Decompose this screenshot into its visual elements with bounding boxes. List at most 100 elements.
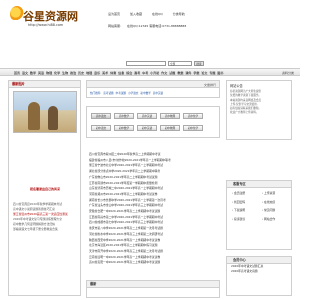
site-logo[interactable]: 谷星资源网 http://www.hi88.com — [8, 4, 78, 34]
main-nav: 首页 语文 数学 英语 物理 化学 生物 政治 历史 地理 音乐 美术 体育 信… — [0, 68, 300, 76]
nav-item[interactable]: 政治 — [70, 71, 76, 75]
top-link-category[interactable]: 分类导航 — [173, 12, 185, 16]
article-list: 四川省宜宾市叙州区二中2020年秋季高二上学期期中考试 福建省福州市八县(市)协… — [89, 152, 219, 266]
figure-shape — [48, 106, 58, 130]
main-content: 文章排行 热门推荐: 高考试题 中考试题 小学语文 初中数学 高中英语 高中语文… — [86, 80, 220, 298]
nav-item[interactable]: 美术 — [102, 71, 108, 75]
tab-subject[interactable]: 高中数学 — [114, 113, 134, 119]
nav-item[interactable]: 信息 — [118, 71, 124, 75]
subject-tabs: 高中语文 高中数学 高中英语 高中物理 高中化学 初中语文 初中数学 初中英语 … — [86, 106, 220, 138]
service-link-label: 上传资源 — [264, 191, 276, 195]
service-link-label: 投诉建议 — [234, 216, 246, 221]
ranking-panel: 文章排行 热门推荐: 高考试题 中考试题 小学语文 初中数学 高中英语 — [86, 80, 220, 98]
hot-link[interactable]: 小学语文 — [128, 91, 138, 95]
hot-link: 热门推荐: — [90, 92, 102, 95]
nav-item[interactable]: 生物 — [62, 71, 68, 75]
service-link[interactable]: › 会员注册 — [232, 191, 262, 195]
nav-item[interactable]: 数学 — [30, 71, 36, 75]
nav-item[interactable]: 小升初 — [150, 71, 159, 75]
header-info: 网站客服: 在线QQ:12345 客服电话:0731-88888888 — [108, 24, 186, 28]
notice-panel: 网站公告 谷星资源网为广大师生提供 免费的教学资源下载服务。 本站资源均来自网络… — [226, 80, 292, 140]
service-link[interactable]: › 下载说明 — [232, 208, 262, 212]
service-link[interactable]: › 上传资源 — [262, 191, 292, 195]
top-link-favorite[interactable]: 加入收藏 — [130, 12, 142, 16]
nav-item[interactable]: 高考 — [134, 71, 140, 75]
service-link-label: 找回密码 — [234, 199, 246, 204]
hot-link[interactable]: 高考试题 — [103, 91, 113, 95]
nav-item[interactable]: 教案 — [177, 71, 183, 75]
tab-subject[interactable]: 初中数学 — [114, 125, 134, 131]
member-link[interactable]: 2020年高考语文真题 — [227, 269, 291, 274]
service-grid: › 会员注册 › 上传资源 › 找回密码 › 在线充值 › 下载说明 › 常见问… — [232, 191, 292, 221]
nav-item[interactable]: 英语 — [38, 71, 44, 75]
service-link[interactable]: › 在线充值 — [262, 200, 292, 204]
service-link-label: 常见问题 — [264, 208, 276, 212]
service-link-label: 在线充值 — [264, 199, 276, 204]
latest-panel: 最新 — [86, 280, 220, 298]
tab-subject[interactable]: 高中物理 — [160, 113, 180, 119]
nav-item[interactable]: 体育 — [110, 71, 116, 75]
notice-title: 网站公告 — [230, 84, 243, 88]
nav-item[interactable]: 化学 — [54, 71, 60, 75]
notice-body: 谷星资源网为广大师生提供 免费的教学资源下载服务。 本站资源均来自网络及会员 上… — [230, 90, 290, 116]
service-link[interactable]: › 网站合作 — [262, 217, 292, 221]
nav-item[interactable]: 试题 — [169, 71, 175, 75]
nav-item[interactable]: 地理 — [86, 71, 92, 75]
nav-category-link[interactable]: 资料分类 — [282, 71, 294, 75]
tab-subject[interactable]: 初中英语 — [137, 125, 157, 131]
tab-row-senior: 高中语文 高中数学 高中英语 高中物理 高中化学 — [91, 113, 203, 119]
nav-item[interactable]: 中考 — [142, 71, 148, 75]
nav-item[interactable]: 历史 — [78, 71, 84, 75]
logo-mark-icon — [10, 6, 24, 22]
hotline-info: 在线QQ:12345 客服电话:0731-88888888 — [127, 24, 187, 28]
featured-caption[interactable]: 把名著读出自己的风采 — [13, 187, 77, 191]
article-link[interactable]: 贵州省贵阳一中2020-2021学年高二上学期期中考试试题 — [89, 260, 219, 266]
figure-shape — [28, 102, 40, 130]
hot-link[interactable]: 中考试题 — [116, 91, 126, 95]
search-input[interactable] — [126, 61, 166, 66]
latest-label: 最新 — [87, 281, 219, 288]
tab-subject[interactable]: 初中物理 — [160, 125, 180, 131]
tab-subject[interactable]: 高中化学 — [183, 113, 203, 119]
nav-item[interactable]: 音乐 — [94, 71, 100, 75]
nav-items: 首页 语文 数学 英语 物理 化学 生物 政治 历史 地理 音乐 美术 体育 信… — [14, 71, 223, 75]
hot-link[interactable]: 初中数学 — [140, 91, 150, 95]
left-panel: 最新图片 把名著读出自己的风采 四川省宜宾县2020年秋季学期期末考试 高中语文… — [8, 80, 81, 296]
search-category-select[interactable]: 全部 — [168, 61, 192, 66]
nav-item[interactable]: 论文 — [201, 71, 207, 75]
service-link-label: 下载说明 — [234, 208, 246, 212]
left-article-list: 四川省宜宾县2020年秋季学期期末考试 高中语文小说阅读题答题技巧汇总 浙江省温… — [13, 202, 79, 232]
hotline-label: 网站客服: — [108, 24, 122, 28]
service-link[interactable]: › 投诉建议 — [232, 217, 262, 221]
tab-subject[interactable]: 初中化学 — [183, 125, 203, 131]
nav-item[interactable]: 语文 — [22, 71, 28, 75]
nav-item[interactable]: 综合 — [126, 71, 132, 75]
service-link[interactable]: › 找回密码 — [232, 200, 262, 204]
nav-item[interactable]: 作文 — [161, 71, 167, 75]
top-link-home[interactable]: 设为首页 — [108, 12, 120, 16]
member-title: 会员中心 — [227, 257, 291, 264]
service-title: 客服专区 — [227, 181, 291, 188]
ranking-label: 文章排行 — [203, 82, 216, 87]
hot-link[interactable]: 高中英语 — [153, 91, 163, 95]
nav-item[interactable]: 物理 — [46, 71, 52, 75]
member-panel: 会员中心 2020年中考语文试题汇总 2020年高考语文真题 — [226, 256, 292, 296]
tab-subject[interactable]: 高中英语 — [137, 113, 157, 119]
nav-item[interactable]: 图书 — [217, 71, 223, 75]
tab-subject[interactable]: 高中语文 — [91, 113, 111, 119]
ranking-header: 文章排行 — [87, 81, 219, 88]
search-button[interactable]: 搜索 — [194, 61, 204, 66]
nav-item[interactable]: 学案 — [193, 71, 199, 75]
nav-item[interactable]: 专题 — [209, 71, 215, 75]
service-link[interactable]: › 常见问题 — [262, 208, 292, 212]
top-link-qq[interactable]: 在线QQ — [152, 12, 163, 16]
nav-item[interactable]: 课件 — [185, 71, 191, 75]
nav-item[interactable]: 首页 — [14, 71, 20, 75]
list-item[interactable]: 部编版语文七年级下册全册教案合集 — [13, 227, 79, 232]
brand-url: http://www.hi88.com — [28, 23, 64, 27]
notice-line: 欢迎广大教师上传资料。 — [230, 111, 259, 115]
featured-image[interactable] — [13, 91, 77, 133]
service-link-label: 网站合作 — [264, 216, 276, 221]
brand-name: 谷星资源网 — [23, 10, 78, 23]
tab-subject[interactable]: 初中语文 — [91, 125, 111, 131]
